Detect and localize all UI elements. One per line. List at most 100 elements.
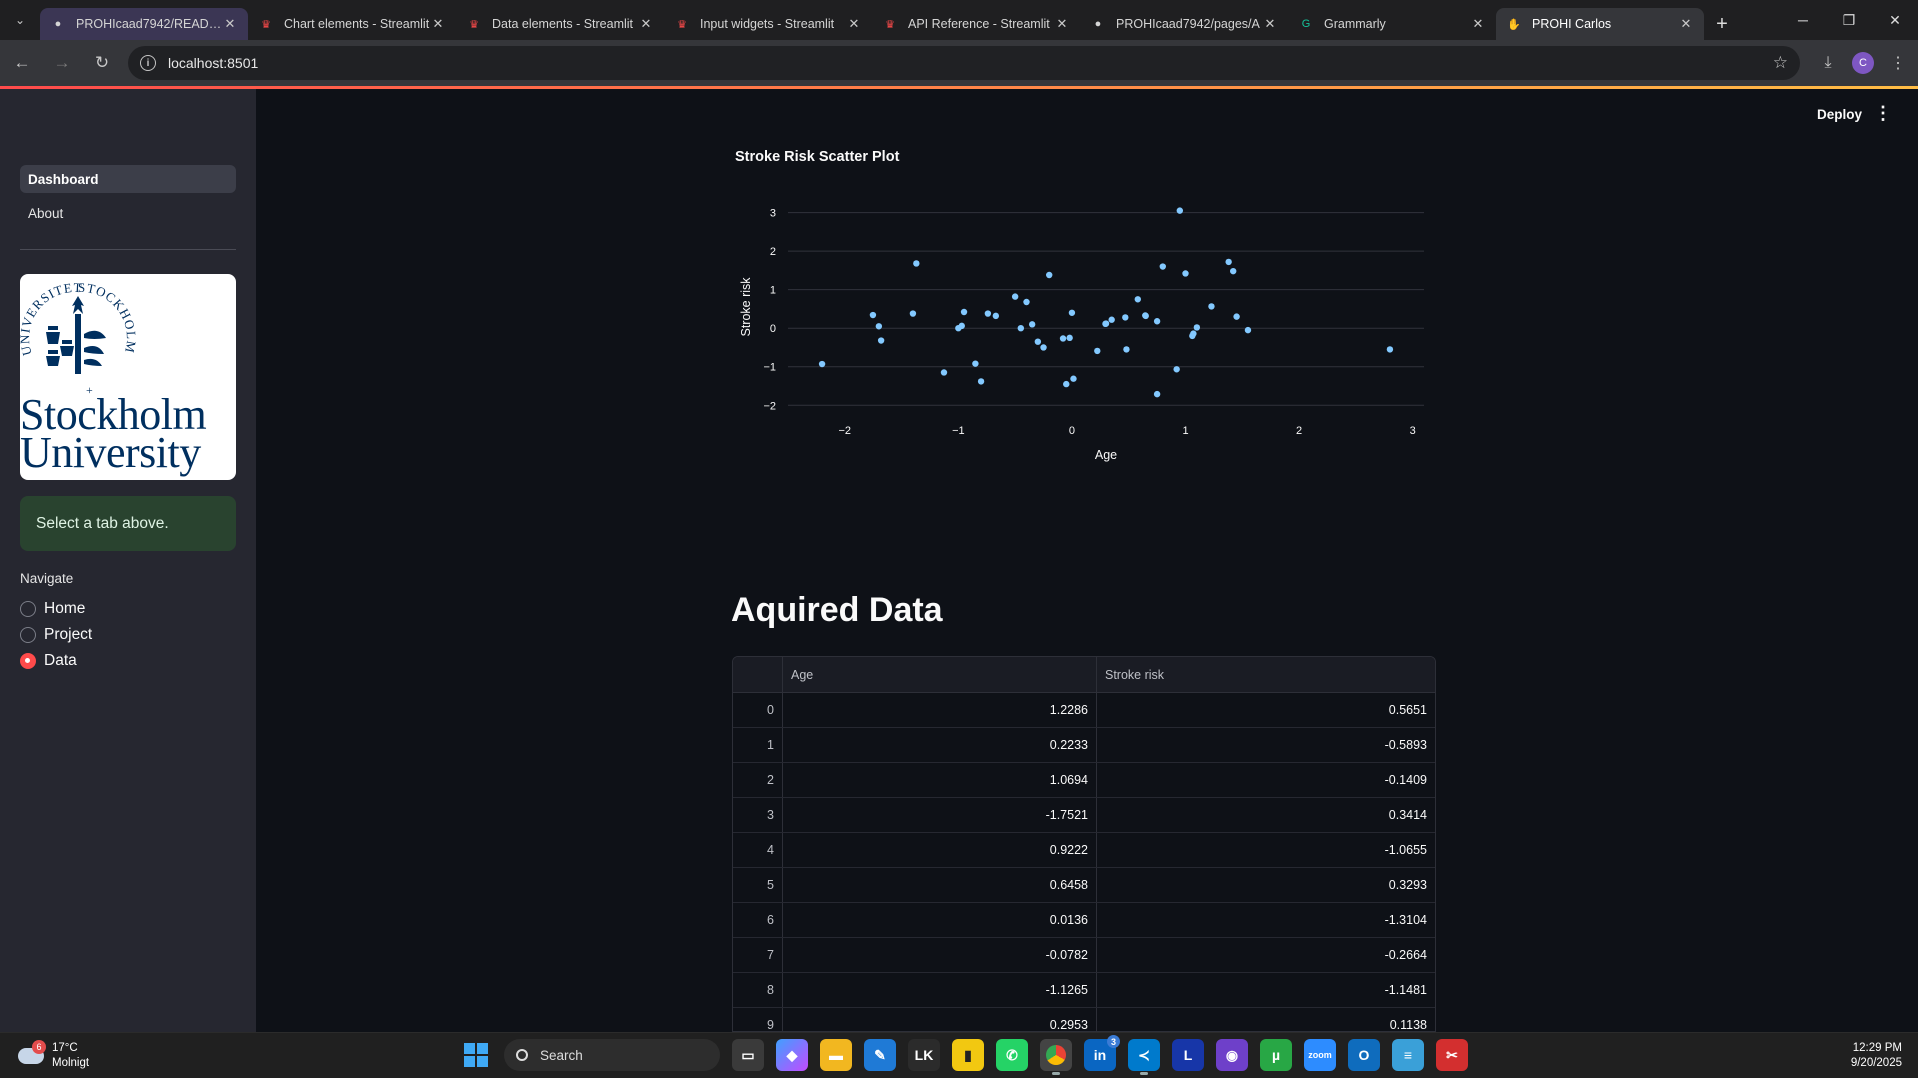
table-row[interactable]: 6 0.0136 -1.3104	[733, 903, 1435, 938]
new-tab-button[interactable]: +	[1704, 8, 1740, 40]
data-point[interactable]	[1063, 380, 1070, 388]
column-header-stroke-risk[interactable]: Stroke risk	[1097, 657, 1435, 692]
cell-age[interactable]: -0.0782	[783, 938, 1097, 972]
radio-circle[interactable]	[20, 601, 36, 617]
close-icon[interactable]: ✕	[1678, 16, 1694, 32]
data-point[interactable]	[1153, 390, 1161, 398]
data-point[interactable]	[1046, 271, 1053, 279]
data-point[interactable]	[1059, 335, 1067, 342]
tab-prohi-carlos[interactable]: ✋ PROHI Carlos ✕	[1496, 8, 1704, 40]
table-row[interactable]: 4 0.9222 -1.0655	[733, 833, 1435, 868]
windows-start-icon[interactable]	[460, 1039, 492, 1071]
data-point[interactable]	[1034, 338, 1042, 345]
data-point[interactable]	[913, 260, 920, 267]
data-point[interactable]	[869, 311, 877, 319]
tab-data-elements[interactable]: ♛ Data elements - Streamlit ✕	[456, 8, 664, 40]
data-point[interactable]	[1028, 321, 1036, 328]
row-index[interactable]: 5	[733, 868, 783, 902]
table-row[interactable]: 9 0.2953 0.1138	[733, 1008, 1435, 1031]
close-icon[interactable]: ✕	[1054, 16, 1070, 32]
cell-stroke-risk[interactable]: -1.1481	[1097, 973, 1435, 1007]
data-point[interactable]	[1017, 325, 1025, 332]
radio-option-home[interactable]: Home	[20, 598, 85, 620]
tab-grammarly[interactable]: G Grammarly ✕	[1288, 8, 1496, 40]
data-point[interactable]	[1142, 312, 1149, 320]
tab-prohi-pages[interactable]: ● PROHIcaad7942/pages/A ✕	[1080, 8, 1288, 40]
data-point[interactable]	[1386, 346, 1394, 353]
cell-stroke-risk[interactable]: -1.3104	[1097, 903, 1435, 937]
data-point[interactable]	[958, 322, 965, 330]
main-menu-icon[interactable]: ⋮	[1874, 103, 1892, 124]
cell-stroke-risk[interactable]: 0.3293	[1097, 868, 1435, 902]
data-point[interactable]	[1159, 263, 1166, 270]
radio-label[interactable]: Project	[44, 626, 92, 644]
row-index[interactable]: 9	[733, 1008, 783, 1031]
bookmark-star-icon[interactable]: ☆	[1773, 53, 1788, 73]
close-icon[interactable]: ✕	[638, 16, 654, 32]
back-icon[interactable]: ←	[4, 45, 40, 81]
table-row[interactable]: 0 1.2286 0.5651	[733, 693, 1435, 728]
l-app-icon[interactable]: L	[1172, 1039, 1204, 1071]
data-point[interactable]	[977, 378, 985, 385]
address-bar[interactable]: i localhost:8501 ☆	[128, 46, 1800, 80]
data-point[interactable]	[818, 360, 826, 368]
radio-label[interactable]: Home	[44, 600, 85, 618]
lk-app-icon[interactable]: LK	[908, 1039, 940, 1071]
taskbar-search[interactable]: Search	[504, 1039, 720, 1071]
tab-prohi-readme[interactable]: ● PROHIcaad7942/README ✕	[40, 8, 248, 40]
data-point[interactable]	[909, 310, 917, 317]
data-point[interactable]	[1070, 375, 1077, 382]
row-index[interactable]: 0	[733, 693, 783, 727]
cell-stroke-risk[interactable]: -0.5893	[1097, 728, 1435, 762]
copilot-icon[interactable]: ◆	[776, 1039, 808, 1071]
cell-stroke-risk[interactable]: 0.3414	[1097, 798, 1435, 832]
row-index[interactable]: 4	[733, 833, 783, 867]
column-header-age[interactable]: Age	[783, 657, 1097, 692]
table-row[interactable]: 8 -1.1265 -1.1481	[733, 973, 1435, 1008]
tab-chart-elements[interactable]: ♛ Chart elements - Streamlit ✕	[248, 8, 456, 40]
data-point[interactable]	[1173, 366, 1180, 373]
sketch-app-icon[interactable]: ✎	[864, 1039, 896, 1071]
data-point[interactable]	[1182, 270, 1189, 277]
data-point[interactable]	[984, 310, 992, 317]
zoom-icon[interactable]: zoom	[1304, 1039, 1336, 1071]
cell-age[interactable]: -1.1265	[783, 973, 1097, 1007]
cell-age[interactable]: 0.2233	[783, 728, 1097, 762]
data-point[interactable]	[1023, 298, 1030, 306]
table-row[interactable]: 3 -1.7521 0.3414	[733, 798, 1435, 833]
system-clock[interactable]: 12:29 PM 9/20/2025	[1851, 1041, 1902, 1071]
github-desktop-icon[interactable]: ◉	[1216, 1039, 1248, 1071]
data-point[interactable]	[1189, 332, 1196, 340]
data-point[interactable]	[1123, 346, 1130, 353]
data-point[interactable]	[1153, 318, 1161, 325]
data-point[interactable]	[972, 360, 979, 367]
close-icon[interactable]: ✕	[430, 16, 446, 32]
radio-circle[interactable]	[20, 627, 36, 643]
data-point[interactable]	[1233, 313, 1240, 320]
cell-age[interactable]: 1.0694	[783, 763, 1097, 797]
task-view-icon[interactable]: ▭	[732, 1039, 764, 1071]
data-point[interactable]	[1244, 326, 1252, 334]
data-point[interactable]	[1122, 314, 1129, 321]
cell-age[interactable]: 0.2953	[783, 1008, 1097, 1031]
sidebar-page-dashboard[interactable]: Dashboard	[20, 165, 236, 193]
data-point[interactable]	[1094, 347, 1101, 355]
data-point[interactable]	[1102, 320, 1110, 327]
data-point[interactable]	[1230, 267, 1237, 275]
outlook-icon[interactable]: O	[1348, 1039, 1380, 1071]
row-index[interactable]: 8	[733, 973, 783, 1007]
notepad-icon[interactable]: ≡	[1392, 1039, 1424, 1071]
row-index[interactable]: 3	[733, 798, 783, 832]
cell-age[interactable]: -1.7521	[783, 798, 1097, 832]
restore-icon[interactable]: ❐	[1826, 0, 1872, 40]
data-point[interactable]	[1176, 207, 1184, 214]
close-icon[interactable]: ✕	[222, 16, 238, 32]
cell-age[interactable]: 0.6458	[783, 868, 1097, 902]
data-point[interactable]	[940, 369, 948, 376]
close-window-icon[interactable]: ✕	[1872, 0, 1918, 40]
row-index[interactable]: 1	[733, 728, 783, 762]
radio-option-data[interactable]: Data	[20, 650, 77, 672]
snipping-tool-icon[interactable]: ✂	[1436, 1039, 1468, 1071]
sidebar-page-about[interactable]: About	[20, 199, 236, 227]
radio-option-project[interactable]: Project	[20, 624, 92, 646]
